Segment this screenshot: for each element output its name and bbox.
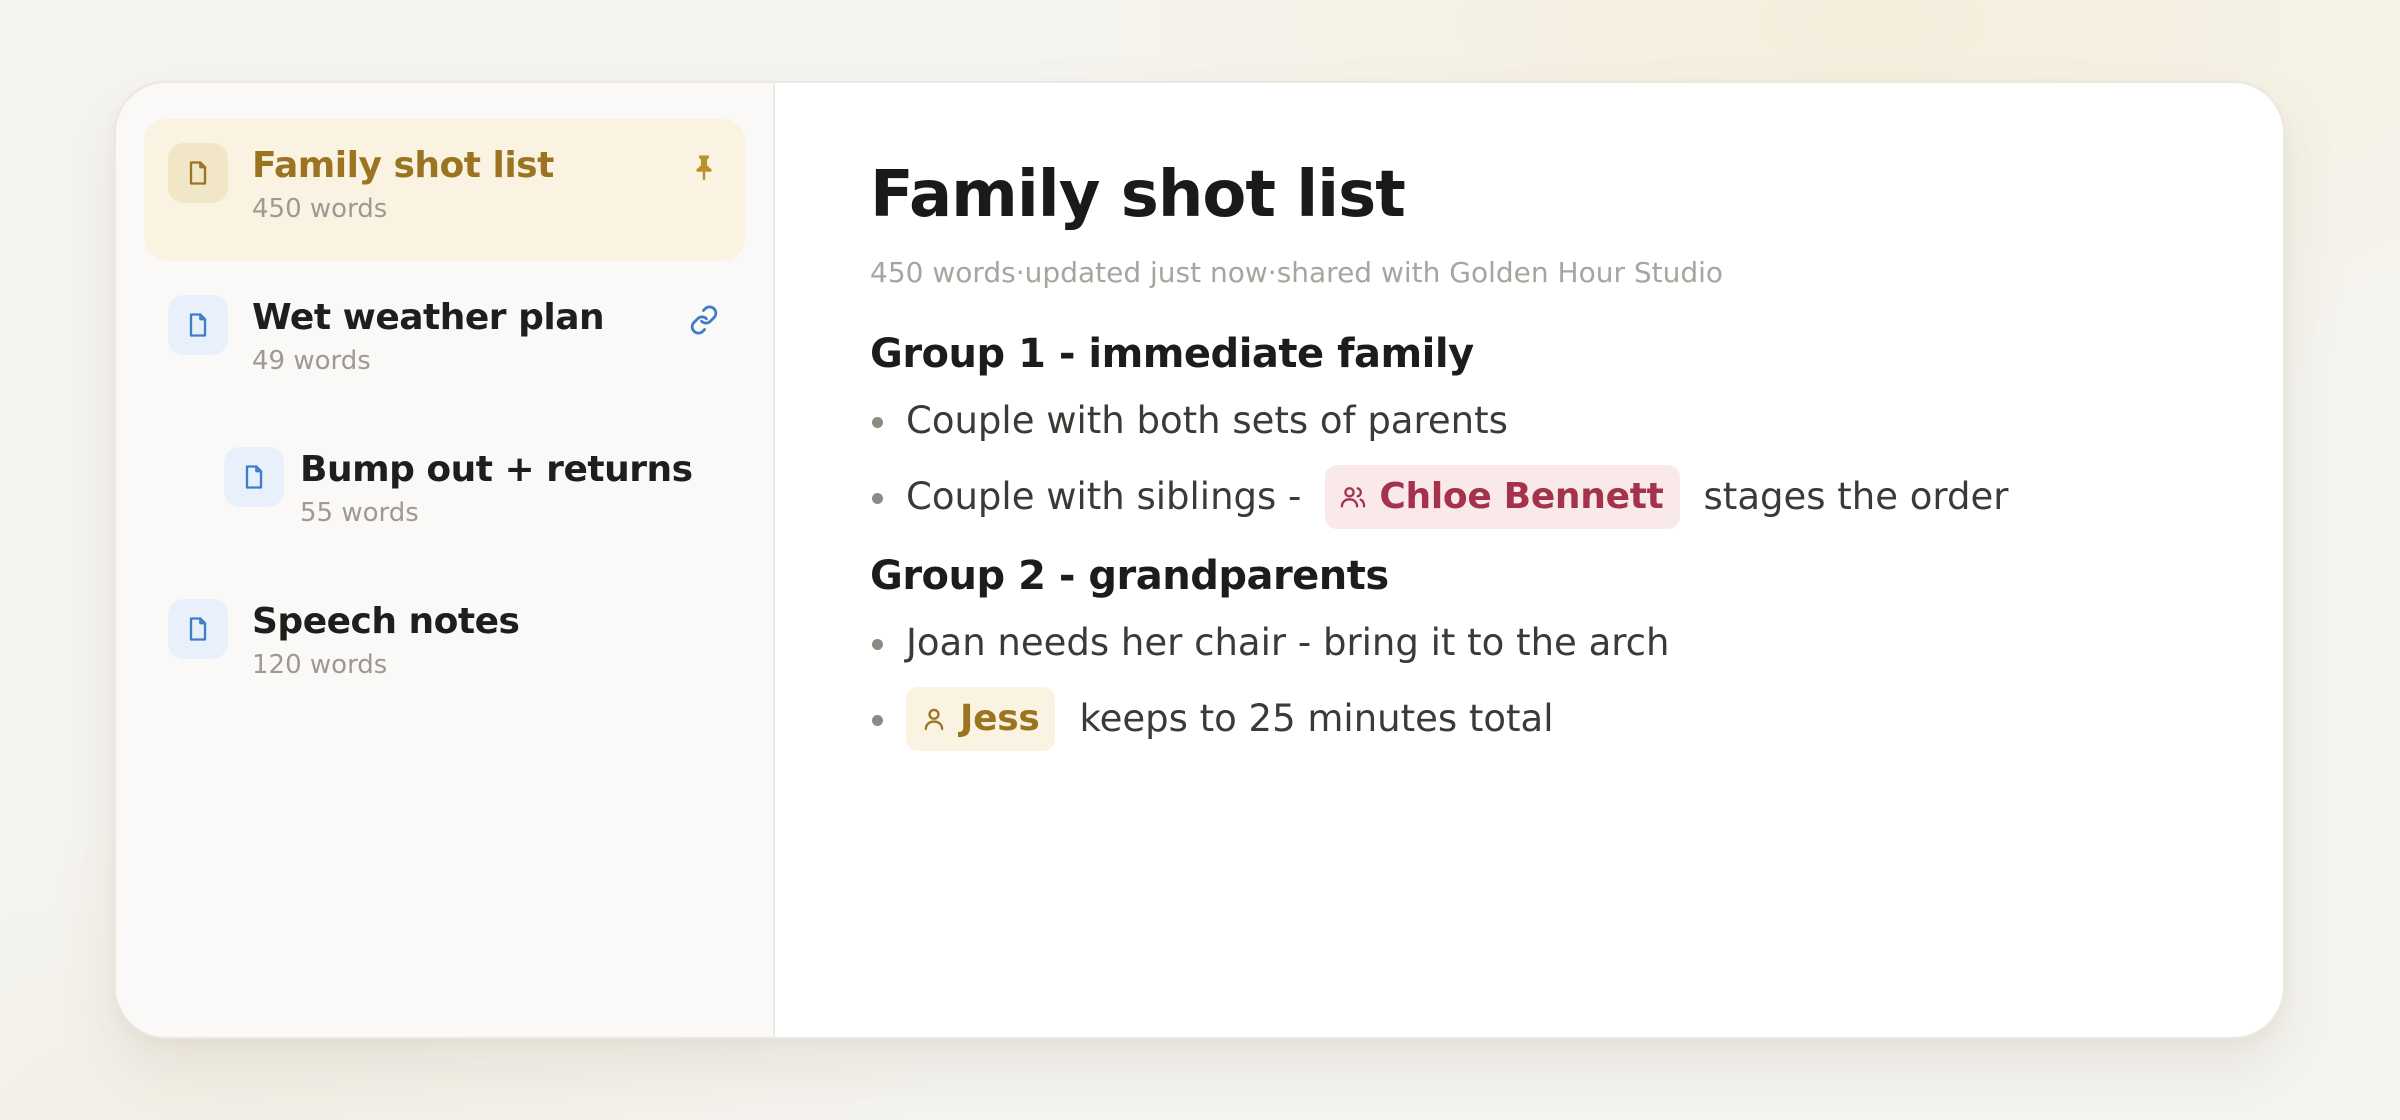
sidebar-item-bump-out-returns[interactable]: Bump out + returns 55 words	[144, 423, 745, 565]
sidebar-item-wet-weather-plan[interactable]: Wet weather plan 49 words	[144, 271, 745, 413]
sidebar-item-title: Wet weather plan	[252, 297, 605, 338]
document-editor[interactable]: Family shot list 450 words·updated just …	[775, 83, 2283, 1037]
mention-label: Chloe Bennett	[1379, 476, 1664, 517]
link-icon[interactable]	[687, 303, 721, 337]
mention-label: Jess	[960, 698, 1040, 739]
user-icon	[924, 708, 944, 731]
list-item-text: Joan needs her chair - bring it to the a…	[906, 621, 1670, 664]
sidebar-item-word-count: 49 words	[252, 346, 371, 376]
document-icon	[168, 295, 228, 355]
document-updated: updated just now	[1024, 256, 1268, 289]
document-icon	[224, 447, 284, 507]
sidebar-item-title: Family shot list	[252, 145, 554, 186]
page-title[interactable]: Family shot list	[870, 155, 2283, 235]
section-heading[interactable]: Group 1 - immediate family	[870, 329, 2283, 379]
list-item[interactable]: Jess keeps to 25 minutes total	[870, 687, 2283, 751]
sidebar-item-title: Bump out + returns	[300, 449, 693, 490]
list-item-text: Couple with siblings -	[906, 475, 1302, 518]
sidebar-item-text: Family shot list 450 words	[252, 145, 554, 225]
document-word-count: 450 words	[870, 256, 1016, 289]
sidebar-item-word-count: 450 words	[252, 194, 388, 224]
users-icon	[1341, 487, 1366, 508]
document-shared-with: shared with Golden Hour Studio	[1276, 256, 1724, 289]
sidebar-item-family-shot-list[interactable]: Family shot list 450 words	[144, 119, 745, 261]
sidebar-item-speech-notes[interactable]: Speech notes 120 words	[144, 575, 745, 717]
sidebar: Family shot list 450 words Wet weather p…	[116, 83, 775, 1037]
mention-chip-chloe-bennett[interactable]: Chloe Bennett	[1325, 465, 1680, 529]
sidebar-item-text: Speech notes 120 words	[252, 601, 520, 681]
list-item-text: stages the order	[1703, 475, 2009, 518]
list-item[interactable]: Couple with siblings - Chloe Bennett sta…	[870, 465, 2283, 529]
sidebar-item-text: Wet weather plan 49 words	[252, 297, 605, 377]
section-heading[interactable]: Group 2 - grandparents	[870, 551, 2283, 601]
sidebar-item-word-count: 120 words	[252, 650, 388, 680]
sidebar-item-text: Bump out + returns 55 words	[300, 449, 693, 529]
pin-icon[interactable]	[687, 151, 721, 185]
list-item[interactable]: Joan needs her chair - bring it to the a…	[870, 611, 2283, 675]
document-icon	[168, 599, 228, 659]
list-item-text: keeps to 25 minutes total	[1079, 697, 1554, 740]
mention-chip-jess[interactable]: Jess	[906, 687, 1056, 751]
document-meta: 450 words·updated just now·shared with G…	[870, 255, 2283, 291]
document-icon	[168, 143, 228, 203]
app-window: Family shot list 450 words Wet weather p…	[114, 81, 2285, 1039]
bullet-list: Couple with both sets of parents Couple …	[870, 389, 2283, 529]
bullet-list: Joan needs her chair - bring it to the a…	[870, 611, 2283, 751]
meta-separator: ·	[1015, 256, 1025, 289]
meta-separator: ·	[1267, 256, 1277, 289]
sidebar-item-title: Speech notes	[252, 601, 520, 642]
sidebar-item-word-count: 55 words	[300, 498, 419, 528]
list-item[interactable]: Couple with both sets of parents	[870, 389, 2283, 453]
list-item-text: Couple with both sets of parents	[906, 399, 1508, 442]
